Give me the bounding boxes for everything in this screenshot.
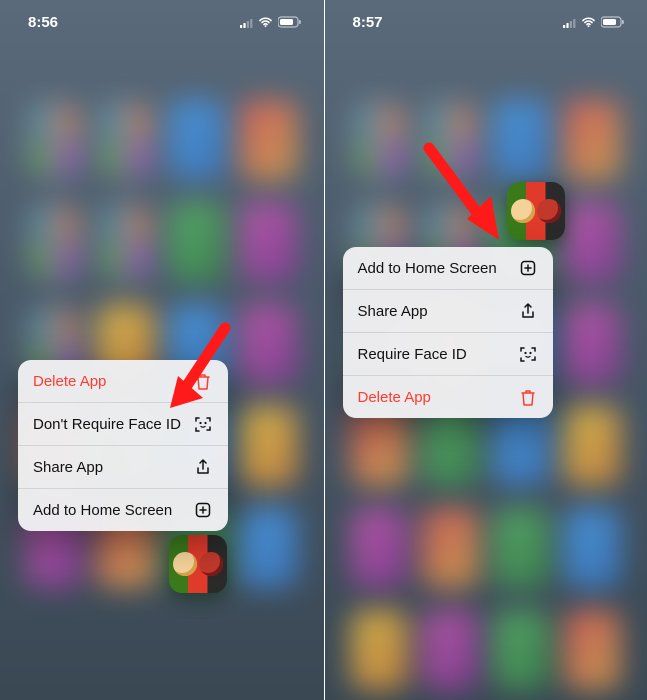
screenshot-left: 8:56 Delete App Don't Require Face ID Shar… <box>0 0 324 700</box>
context-menu: Delete App Don't Require Face ID Share App… <box>18 360 228 531</box>
signal-icon <box>240 17 253 28</box>
faceid-icon <box>193 414 213 434</box>
addbox-icon <box>518 258 538 278</box>
game-app-icon[interactable] <box>507 182 565 240</box>
context-menu: Add to Home Screen Share App Require Face … <box>343 247 553 418</box>
menu-item-require-faceid[interactable]: Require Face ID <box>343 333 553 376</box>
trash-icon <box>193 371 213 391</box>
faceid-icon <box>518 344 538 364</box>
menu-item-label: Add to Home Screen <box>33 502 172 519</box>
battery-icon <box>278 16 302 28</box>
menu-item-delete-app[interactable]: Delete App <box>18 360 228 403</box>
menu-item-label: Share App <box>33 459 103 476</box>
addbox-icon <box>193 500 213 520</box>
screenshot-right: 8:57 Add to Home Screen Share App Require … <box>324 0 647 700</box>
status-time: 8:57 <box>353 14 383 31</box>
status-time: 8:56 <box>28 14 58 31</box>
menu-item-dont-require-faceid[interactable]: Don't Require Face ID <box>18 403 228 446</box>
share-icon <box>193 457 213 477</box>
menu-item-delete-app[interactable]: Delete App <box>343 376 553 418</box>
blurred-home-background <box>0 0 324 700</box>
trash-icon <box>518 387 538 407</box>
game-app-icon[interactable] <box>169 535 227 593</box>
menu-item-label: Require Face ID <box>358 346 467 363</box>
status-bar: 8:57 <box>325 0 647 44</box>
battery-icon <box>601 16 625 28</box>
menu-item-add-home[interactable]: Add to Home Screen <box>18 489 228 531</box>
signal-icon <box>563 17 576 28</box>
menu-item-label: Add to Home Screen <box>358 260 497 277</box>
menu-item-label: Delete App <box>33 373 106 390</box>
wifi-icon <box>582 16 595 28</box>
status-bar: 8:56 <box>0 0 324 44</box>
menu-item-label: Delete App <box>358 389 431 406</box>
menu-item-label: Share App <box>358 303 428 320</box>
wifi-icon <box>259 16 272 28</box>
menu-item-label: Don't Require Face ID <box>33 416 181 433</box>
share-icon <box>518 301 538 321</box>
menu-item-share-app[interactable]: Share App <box>343 290 553 333</box>
menu-item-share-app[interactable]: Share App <box>18 446 228 489</box>
menu-item-add-home[interactable]: Add to Home Screen <box>343 247 553 290</box>
